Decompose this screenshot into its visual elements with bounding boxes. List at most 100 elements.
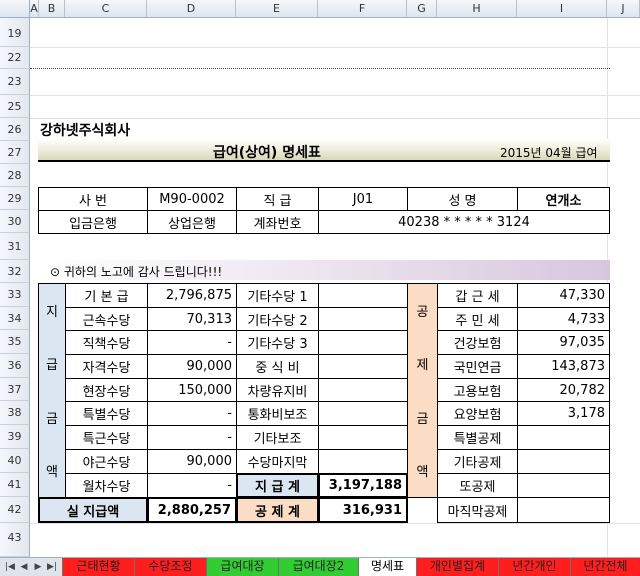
deduct-item-label: 특별공제 [437,425,518,450]
deduct-item-value[interactable] [517,473,610,498]
col-header-c[interactable]: C [65,0,147,18]
other-item-label: 수당마지막 [236,449,319,474]
tab-individual-summary[interactable]: 개인별집계 [416,558,498,576]
row-header[interactable]: 28 [0,164,30,187]
prev-sheet-icon[interactable]: ◀ [18,561,30,573]
pay-item-label: 야근수당 [65,449,148,474]
tab-payroll-ledger-2[interactable]: 급여대장2 [278,558,358,576]
row-header[interactable]: 42 [0,497,30,523]
other-item-label: 기타수당 2 [236,307,319,331]
account-value[interactable]: 40238 * * * * * 3124 [318,210,610,234]
select-all-corner[interactable] [0,0,30,18]
gridline [30,118,640,119]
deduct-item-value[interactable]: 20,782 [517,378,610,402]
pay-item-value[interactable]: 70,313 [147,307,237,331]
deduct-group-char: 공 [416,305,429,321]
row-header[interactable]: 38 [0,401,30,425]
row-header[interactable]: 35 [0,330,30,354]
emp-no-value[interactable]: M90-0002 [147,187,237,211]
pay-total-value[interactable]: 3,197,188 [318,473,408,498]
pay-item-value[interactable]: 90,000 [147,449,237,474]
row-header[interactable]: 33 [0,283,30,307]
bank-value[interactable]: 상업은행 [147,210,237,234]
deduct-item-label: 건강보험 [437,330,518,355]
spreadsheet-view[interactable]: A B C D E F G H I J 19 22 23 25 26 27 28… [0,0,640,576]
pay-item-value[interactable]: 150,000 [147,378,237,402]
pay-item-value[interactable]: 90,000 [147,354,237,379]
col-header-h[interactable]: H [437,0,517,18]
gridline [30,47,640,48]
pay-item-value[interactable]: - [147,401,237,426]
deduct-total-value[interactable]: 316,931 [318,497,408,523]
row-header[interactable]: 22 [0,47,30,69]
other-item-value[interactable] [318,354,408,379]
other-item-label: 기타수당 1 [236,283,319,308]
row-header[interactable]: 23 [0,69,30,95]
col-header-b[interactable]: B [39,0,65,18]
deduct-item-label: 고용보험 [437,378,518,402]
col-header-f[interactable]: F [318,0,407,18]
tab-payroll-ledger[interactable]: 급여대장 [206,558,278,576]
col-header-d[interactable]: D [147,0,236,18]
deduct-item-value[interactable]: 4,733 [517,307,610,331]
tab-attendance[interactable]: 근태현황 [62,558,134,576]
row-header[interactable]: 39 [0,425,30,449]
next-sheet-icon[interactable]: ▶ [32,561,44,573]
other-item-value[interactable] [318,307,408,331]
row-header[interactable]: 37 [0,378,30,401]
deduct-group-label: 공 제 금 액 [407,283,438,498]
tab-annual-individual[interactable]: 년간개인 [498,558,570,576]
deduct-item-value[interactable] [517,425,610,450]
tab-allowance-adjust[interactable]: 수당조정 [134,558,206,576]
deduct-item-value[interactable]: 143,873 [517,354,610,379]
pay-item-value[interactable]: - [147,473,237,498]
deduct-item-value[interactable]: 47,330 [517,283,610,308]
row-header[interactable]: 31 [0,233,30,260]
other-item-value[interactable] [318,283,408,308]
rank-value[interactable]: J01 [318,187,408,211]
row-header[interactable]: 32 [0,260,30,283]
other-item-value[interactable] [318,425,408,450]
first-sheet-icon[interactable]: |◀ [4,561,16,573]
pay-item-value[interactable]: 2,796,875 [147,283,237,308]
row-header[interactable]: 29 [0,187,30,210]
row-header[interactable]: 43 [0,523,30,557]
pay-item-value[interactable]: - [147,425,237,450]
tab-annual-all[interactable]: 년간전체 [570,558,640,576]
row-header[interactable]: 41 [0,473,30,497]
row-header[interactable]: 25 [0,95,30,118]
pay-item-label: 현장수당 [65,378,148,402]
deduct-item-value[interactable] [517,497,610,523]
bank-label: 입금은행 [38,210,148,234]
row-header[interactable]: 26 [0,118,30,141]
col-header-e[interactable]: E [236,0,318,18]
deduct-item-value[interactable] [517,449,610,474]
pay-group-char: 금 [46,411,58,427]
deduct-item-value[interactable]: 97,035 [517,330,610,355]
other-item-value[interactable] [318,378,408,402]
deduct-item-value[interactable]: 3,178 [517,401,610,426]
col-header-a[interactable]: A [30,0,39,18]
pay-item-label: 근속수당 [65,307,148,331]
row-header[interactable]: 27 [0,141,30,164]
col-header-j[interactable]: J [607,0,640,18]
emp-no-label: 사 번 [38,187,148,211]
other-item-value[interactable] [318,449,408,474]
pay-item-value[interactable]: - [147,330,237,355]
row-header[interactable]: 36 [0,354,30,378]
col-header-i[interactable]: I [517,0,607,18]
name-value[interactable]: 연개소 [517,187,610,211]
other-item-value[interactable] [318,401,408,426]
last-sheet-icon[interactable]: ▶| [46,561,58,573]
row-header[interactable]: 30 [0,210,30,233]
tab-pay-slip[interactable]: 명세표 [358,558,416,576]
other-item-value[interactable] [318,330,408,355]
row-header[interactable]: 40 [0,449,30,473]
row-header[interactable]: 19 [0,18,30,47]
col-header-g[interactable]: G [407,0,437,18]
row-header[interactable]: 34 [0,307,30,330]
company-name: 강하넷주식회사 [40,123,131,139]
pay-group-char: 급 [46,358,58,374]
name-label: 성 명 [407,187,518,211]
net-pay-value[interactable]: 2,880,257 [147,497,237,523]
